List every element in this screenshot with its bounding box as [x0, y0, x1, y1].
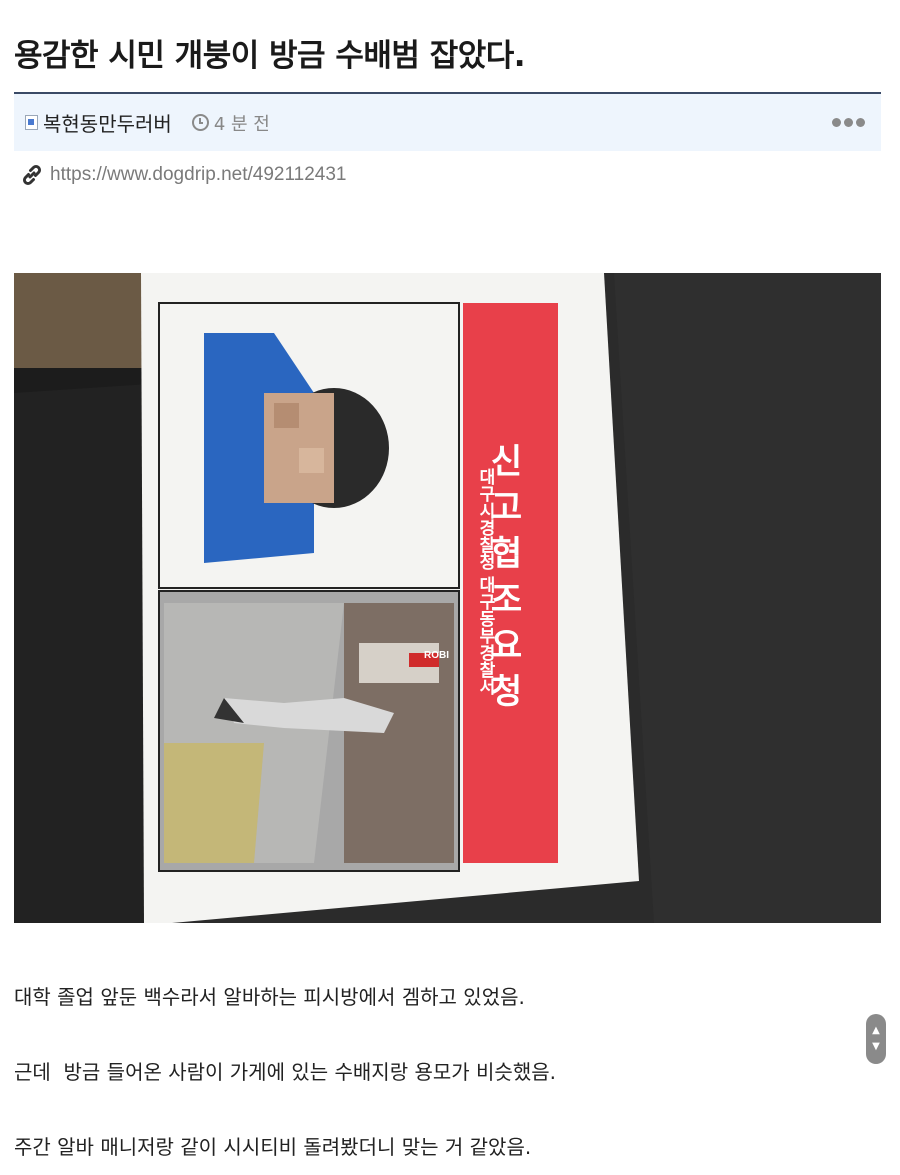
- store-sign: ROBI: [424, 650, 449, 661]
- clock-icon: [191, 114, 209, 131]
- more-options-icon: [832, 118, 841, 127]
- post-meta-bar: 복현동만두러버 4 분 전: [14, 94, 881, 151]
- more-options-icon: [856, 118, 865, 127]
- more-options-icon: [844, 118, 853, 127]
- chevron-up-icon: ▲: [872, 1025, 880, 1036]
- scroll-navigation-button[interactable]: ▲ ▼: [866, 1014, 886, 1064]
- chevron-down-icon: ▼: [872, 1041, 880, 1052]
- body-paragraph: 근데 방금 들어온 사람이 가게에 있는 수배지랑 용모가 비슷했음.: [14, 1060, 556, 1084]
- link-icon: [22, 164, 42, 186]
- body-paragraph: 대학 졸업 앞둔 백수라서 알바하는 피시방에서 겜하고 있었음.: [14, 985, 525, 1009]
- body-paragraph: 주간 알바 매니저랑 같이 시시티비 돌려봤더니 맞는 거 같았음.: [14, 1135, 532, 1159]
- post-time: 4 분 전: [213, 113, 270, 135]
- flyer-agencies: 대구시경찰청 대구동부경찰서: [475, 468, 495, 695]
- author-name[interactable]: 복현동만두러버: [43, 108, 172, 137]
- more-options-button[interactable]: [832, 118, 865, 127]
- post-title: 용감한 시민 개붕이 방금 수배범 잡았다.: [14, 38, 526, 74]
- post-url[interactable]: https://www.dogdrip.net/492112431: [50, 164, 346, 186]
- post-link-row: https://www.dogdrip.net/492112431: [20, 163, 346, 187]
- author-avatar-icon: [25, 115, 38, 130]
- flyer-heading: 신고협조요청: [483, 443, 523, 719]
- wanted-flyer-photo: [14, 273, 881, 923]
- post-image[interactable]: 신고협조요청 대구시경찰청 대구동부경찰서 ROBI: [14, 273, 881, 923]
